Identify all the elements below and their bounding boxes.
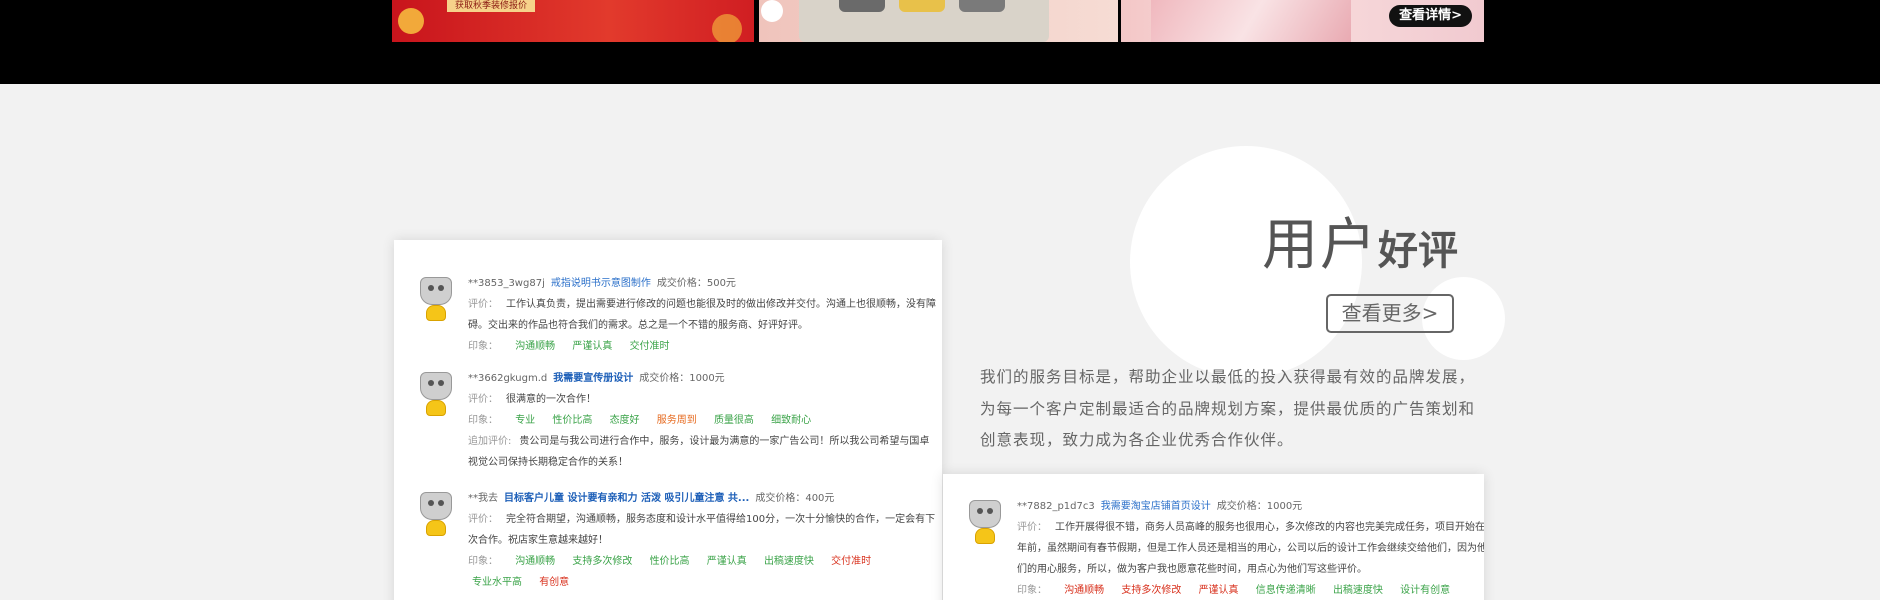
impression-tag: 出稿速度快 <box>1332 585 1383 596</box>
followup-comment: 贵公司是与我公司进行合作中，服务，设计最为满意的一家广告公司！所以我公司希望与国… <box>468 436 930 468</box>
user-avatar <box>416 488 456 538</box>
project-link[interactable]: 我需要宣传册设计 <box>553 373 633 384</box>
impression-tag: 性价比高 <box>649 556 690 567</box>
title-light-part: 用户 <box>1262 213 1378 278</box>
impression-tag: 支持多次修改 <box>1121 585 1182 596</box>
deal-price: 500元 <box>706 278 736 289</box>
review-comment: 完全符合期望，沟通顺畅，服务态度和设计水平值得给100分，一次十分愉快的合作，一… <box>468 514 936 546</box>
promo-label[interactable]: 获取秋季装修报价 <box>447 0 536 12</box>
followup-label: 追加评价: <box>468 436 512 447</box>
user-avatar <box>416 273 456 323</box>
service-intro-text: 我们的服务目标是，帮助企业以最低的投入获得最有效的品牌发展，为每一个客户定制最适… <box>980 368 1476 449</box>
reviews-panel-right: **7882_p1d7c3 我需要淘宝店铺首页设计 成交价格：1000元 评价： 工作… <box>943 474 1484 600</box>
comment-label: 评价： <box>468 514 498 525</box>
impression-tag: 支持多次修改 <box>572 556 633 567</box>
impression-tag: 质量很高 <box>713 415 754 426</box>
banner-sofa[interactable] <box>759 0 1118 42</box>
reviewer-name: **3853_3wg87j <box>468 278 545 289</box>
deal-price: 400元 <box>805 493 835 504</box>
impression-tag: 交付准时 <box>629 341 670 352</box>
reviewer-name: **我去 <box>468 493 498 504</box>
user-avatar <box>416 368 456 418</box>
price-label: 成交价格： <box>639 373 690 384</box>
deal-price: 1000元 <box>1266 501 1303 512</box>
impression-tag: 设计有创意 <box>1400 585 1451 596</box>
pillow-image <box>959 0 1005 12</box>
impression-label: 印象： <box>468 415 498 426</box>
title-bold-part: 好评 <box>1378 228 1458 274</box>
comment-label: 评价： <box>468 299 498 310</box>
impression-tag: 信息传递清晰 <box>1255 585 1316 596</box>
project-link[interactable]: 戒指说明书示意图制作 <box>551 278 651 289</box>
project-link[interactable]: 我需要淘宝店铺首页设计 <box>1101 501 1211 512</box>
pillow-image <box>899 0 945 12</box>
impression-tag: 有创意 <box>539 577 570 588</box>
impression-tag: 沟通顺畅 <box>1064 585 1105 596</box>
price-label: 成交价格： <box>755 493 806 504</box>
price-label: 成交价格： <box>656 278 707 289</box>
comment-label: 评价： <box>468 394 498 405</box>
impression-tag: 细致耐心 <box>771 415 812 426</box>
decoration-ornament <box>398 8 424 34</box>
reviews-panel-left: **3853_3wg87j 戒指说明书示意图制作 成交价格：500元 评价： 工作认真… <box>394 240 942 600</box>
impression-tag: 严谨认真 <box>1198 585 1239 596</box>
impression-tag: 严谨认真 <box>706 556 747 567</box>
banner-fabric[interactable]: 查看详情> <box>1121 0 1484 42</box>
impression-tag: 专业 <box>515 415 536 426</box>
impression-tag: 性价比高 <box>552 415 593 426</box>
review-comment: 很满意的一次合作！ <box>506 394 596 405</box>
impression-tag: 出稿速度快 <box>763 556 814 567</box>
impression-label: 印象： <box>468 341 498 352</box>
price-label: 成交价格： <box>1216 501 1267 512</box>
impression-label: 印象： <box>1017 585 1047 596</box>
project-link[interactable]: 目标客户儿童 设计要有亲和力 活泼 吸引儿童注意 共... <box>504 493 749 504</box>
impression-tag: 态度好 <box>609 415 640 426</box>
view-details-button[interactable]: 查看详情> <box>1389 5 1472 27</box>
impression-tag: 交付准时 <box>831 556 872 567</box>
deal-price: 1000元 <box>689 373 725 384</box>
review-comment: 工作认真负责，提出需要进行修改的问题也能很及时的做出修改并交付。沟通上也很顺畅，… <box>468 299 936 331</box>
decoration-ornament <box>712 14 742 42</box>
decoration-ball <box>761 0 783 22</box>
impression-label: 印象： <box>468 556 498 567</box>
impression-tag: 服务周到 <box>656 415 697 426</box>
impression-tag: 沟通顺畅 <box>515 556 556 567</box>
impression-tag: 沟通顺畅 <box>515 341 556 352</box>
reviewer-name: **7882_p1d7c3 <box>1017 501 1095 512</box>
impression-tag: 专业水平高 <box>472 577 522 588</box>
user-avatar <box>965 496 1005 546</box>
view-more-button[interactable]: 查看更多> <box>1326 294 1454 333</box>
review-comment: 工作开展得很不错，商务人员高峰的服务也很用心，多次修改的内容也完美完成任务，项目… <box>1017 522 1484 575</box>
banner-autumn-promo[interactable]: 获取秋季装修报价 <box>392 0 754 42</box>
comment-label: 评价： <box>1017 522 1047 533</box>
pillow-image <box>839 0 885 12</box>
impression-tag: 严谨认真 <box>572 341 613 352</box>
section-title: 用户好评 <box>1262 200 1462 278</box>
fabric-image <box>1151 0 1351 42</box>
reviewer-name: **3662gkugm.d <box>468 373 548 384</box>
